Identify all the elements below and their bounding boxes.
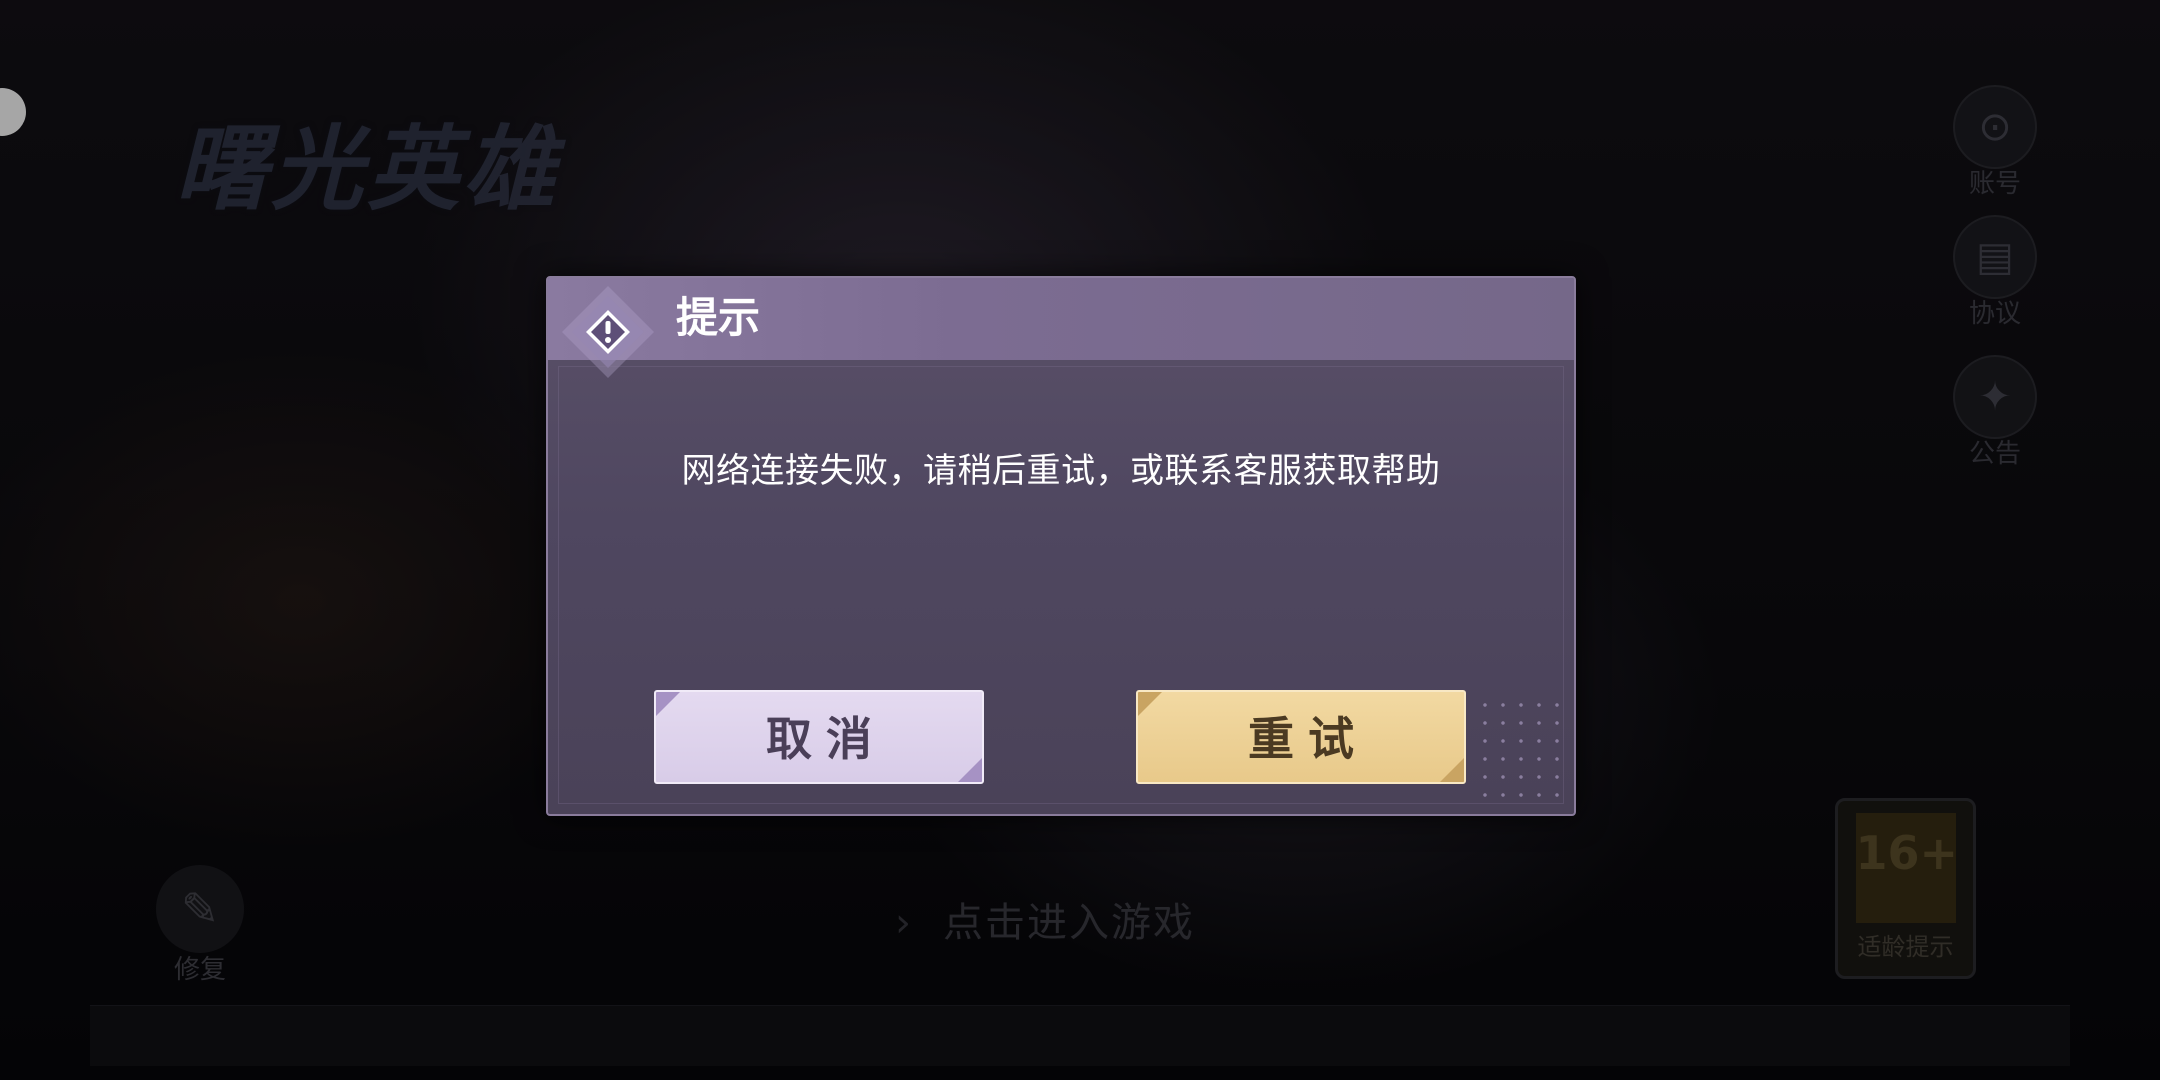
retry-button-label: 重试	[1248, 712, 1368, 766]
decorative-dots	[1476, 696, 1566, 806]
game-screen: 曙光英雄 ⊙ 账号 ▤ 协议 ✦ 公告 ✎ 修复 › 点击进入游戏 16+ 适龄提…	[0, 0, 2160, 1080]
network-error-dialog: 提示 网络连接失败，请稍后重试，或联系客服获取帮助 取消 重试	[546, 276, 1576, 816]
warning-icon	[562, 286, 654, 378]
cancel-button[interactable]: 取消	[654, 690, 984, 784]
cancel-button-label: 取消	[766, 712, 886, 766]
dialog-title: 提示	[676, 293, 761, 342]
dialog-message: 网络连接失败，请稍后重试，或联系客服获取帮助	[681, 451, 1441, 491]
retry-button[interactable]: 重试	[1136, 690, 1466, 784]
